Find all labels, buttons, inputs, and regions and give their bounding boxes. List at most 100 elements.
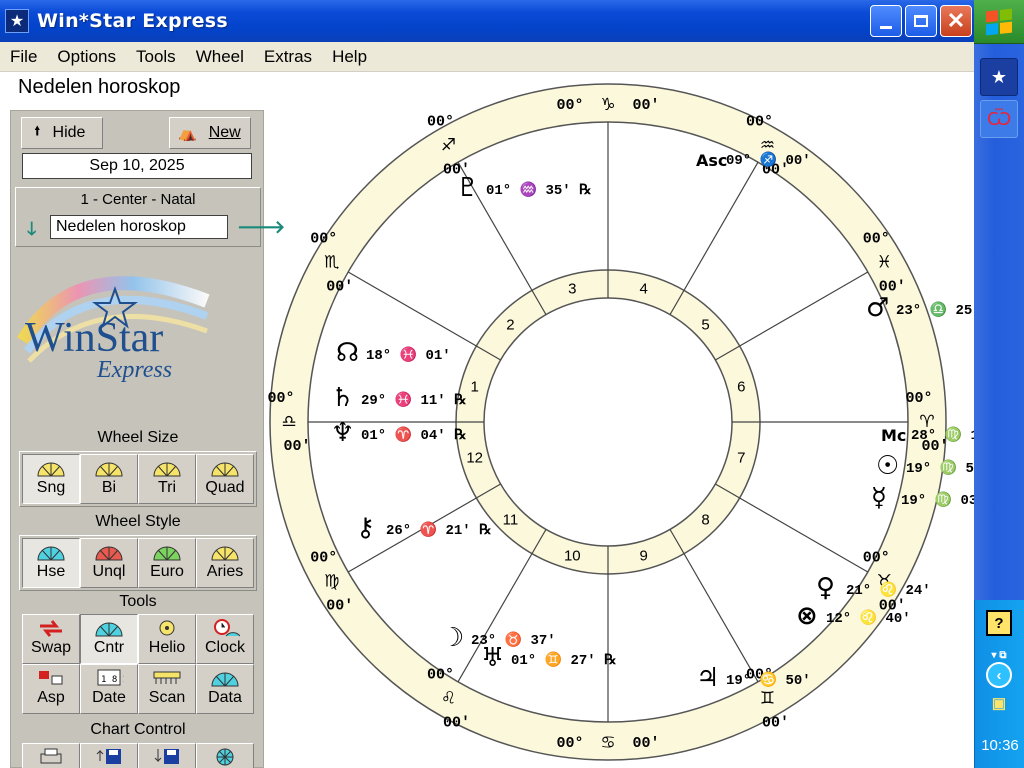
menu-file[interactable]: File	[0, 47, 47, 67]
save-down-icon	[139, 747, 195, 767]
house-number-10: 10	[564, 547, 581, 564]
menu-options[interactable]: Options	[47, 47, 126, 67]
date-field[interactable]: Sep 10, 2025	[22, 153, 252, 179]
app-window: ★ Win*Star Express ✕ File Options Tools …	[0, 0, 1024, 768]
menu-help[interactable]: Help	[322, 47, 377, 67]
hide-label: Hide	[52, 124, 86, 141]
clock-button[interactable]: Clock	[196, 614, 254, 664]
swap-button[interactable]: Swap	[22, 614, 80, 664]
save-down-button[interactable]	[138, 743, 196, 768]
wheel-size-title: Wheel Size	[97, 429, 179, 446]
maximize-button[interactable]	[905, 5, 937, 37]
scan-button[interactable]: Scan	[138, 664, 196, 714]
window-title: Win*Star Express	[37, 10, 229, 32]
wheel-view-button[interactable]	[196, 743, 254, 768]
zodiac-sign-glyph: ♍	[324, 572, 339, 592]
cntr-label: Cntr	[93, 639, 125, 656]
cusp-value: 00°	[427, 666, 454, 683]
tools-title: Tools	[119, 593, 157, 610]
title-bar[interactable]: ★ Win*Star Express ✕	[0, 0, 974, 42]
planet-glyph: ☊	[336, 338, 359, 368]
close-button[interactable]: ✕	[940, 5, 972, 37]
helio-button[interactable]: Helio	[138, 614, 196, 664]
cusp-value: 00'	[326, 279, 353, 296]
start-button[interactable]	[974, 0, 1024, 44]
cusp-value: 00'	[632, 735, 659, 752]
planet-position: 21° ♌ 24'	[846, 581, 931, 599]
planet-position: 18° ♓ 01'	[366, 346, 451, 364]
cusp-value: 00°	[427, 114, 454, 131]
sng-label: Sng	[36, 479, 66, 496]
cusp-label: 00° ♑ 00'	[556, 95, 659, 115]
planet-glyph: ☽	[441, 623, 464, 653]
zodiac-sign-glyph: ♑	[600, 95, 615, 115]
paint-task-icon[interactable]: Ѿ	[980, 100, 1018, 138]
save-up-button[interactable]	[80, 743, 138, 768]
minimize-button[interactable]	[870, 5, 902, 37]
chart-name-field[interactable]: Nedelen horoskop	[50, 215, 228, 239]
network-icon[interactable]: ▣	[986, 690, 1012, 716]
menu-tools[interactable]: Tools	[126, 47, 186, 67]
planet-position: 01° ♒ 35' ℞	[486, 181, 592, 199]
windows-logo-icon	[986, 8, 1012, 35]
cusp-value: 00°	[310, 550, 337, 567]
winstar-task-icon[interactable]: ★	[980, 58, 1018, 96]
cusp-value: 00'	[632, 97, 659, 114]
planet-mc[interactable]: Mc 28° ♍ 15'	[881, 426, 974, 445]
menu-wheel[interactable]: Wheel	[186, 47, 254, 67]
hse-button[interactable]: Hse	[22, 538, 80, 588]
clock-label: Clock	[204, 639, 245, 656]
sng-button[interactable]: Sng	[22, 454, 80, 504]
winstar-app-icon[interactable]: ★	[5, 9, 29, 33]
house-number-5: 5	[701, 316, 709, 333]
aries-wheel-icon	[197, 542, 253, 562]
zodiac-sign-glyph: ♎	[281, 412, 296, 432]
house-number-3: 3	[568, 281, 576, 298]
quad-button[interactable]: Quad	[196, 454, 254, 504]
print-button[interactable]	[22, 743, 80, 768]
planet-asc[interactable]: Asc09° ♐ 00'	[696, 151, 811, 170]
euro-button[interactable]: Euro	[138, 538, 196, 588]
wheel-view-icon	[197, 747, 253, 767]
data-button[interactable]: Data	[196, 664, 254, 714]
date-button[interactable]: 1 8 1 Date	[80, 664, 138, 714]
unequal-wheel-icon	[81, 542, 137, 562]
control-panel: 🠙 Hide ⛺ New Sep 10, 2025 1 - Center - N…	[10, 110, 285, 768]
planet-position: 28° ♍ 15'	[911, 426, 974, 444]
planet-position: 01° ♈ 04' ℞	[361, 426, 467, 444]
cusp-value: 00°	[863, 550, 890, 567]
date-icon: 1 8 1	[81, 668, 137, 688]
up-arrow-icon: 🠙	[34, 123, 41, 138]
back-icon[interactable]: ‹	[986, 662, 1012, 688]
asp-button[interactable]: Asp	[22, 664, 80, 714]
help-icon[interactable]: ?	[986, 610, 1012, 636]
menu-extras[interactable]: Extras	[254, 47, 322, 67]
house-wheel-icon	[23, 542, 79, 562]
aries-label: Aries	[206, 563, 244, 580]
new-button[interactable]: ⛺ New	[169, 117, 251, 149]
scan-label: Scan	[148, 689, 186, 706]
planet-glyph: ♂	[866, 293, 889, 323]
horoscope-wheel[interactable]: 123 45678910111200° ♑ 00'00°♐00'00°♏00'00°♎…	[266, 76, 974, 768]
cusp-value: 00°	[863, 231, 890, 248]
cntr-button[interactable]: Cntr	[80, 614, 138, 664]
bi-label: Bi	[101, 479, 117, 496]
zodiac-sign-glyph: ♊	[760, 688, 775, 708]
planet-position: 01° ♊ 27' ℞	[511, 651, 617, 669]
svg-text:1 8 1: 1 8 1	[101, 675, 124, 685]
logo-winstar-text: WinStar	[25, 315, 163, 361]
hide-button[interactable]: 🠙 Hide	[21, 117, 103, 149]
aries-button[interactable]: Aries	[196, 538, 254, 588]
cusp-label: 00° ♋ 00'	[556, 733, 659, 753]
prev-chart-arrow-icon[interactable]: 🡓	[27, 217, 36, 247]
unql-button[interactable]: Unql	[80, 538, 138, 588]
tri-button[interactable]: Tri	[138, 454, 196, 504]
house-number-12: 12	[466, 450, 483, 467]
quad-label: Quad	[205, 479, 245, 496]
cusp-value: 00°	[267, 390, 294, 407]
bi-button[interactable]: Bi	[80, 454, 138, 504]
center-circle	[483, 297, 733, 547]
cusp-value: 00'	[443, 714, 470, 731]
hse-label: Hse	[36, 563, 66, 580]
taskbar-clock: 10:36	[981, 737, 1019, 754]
